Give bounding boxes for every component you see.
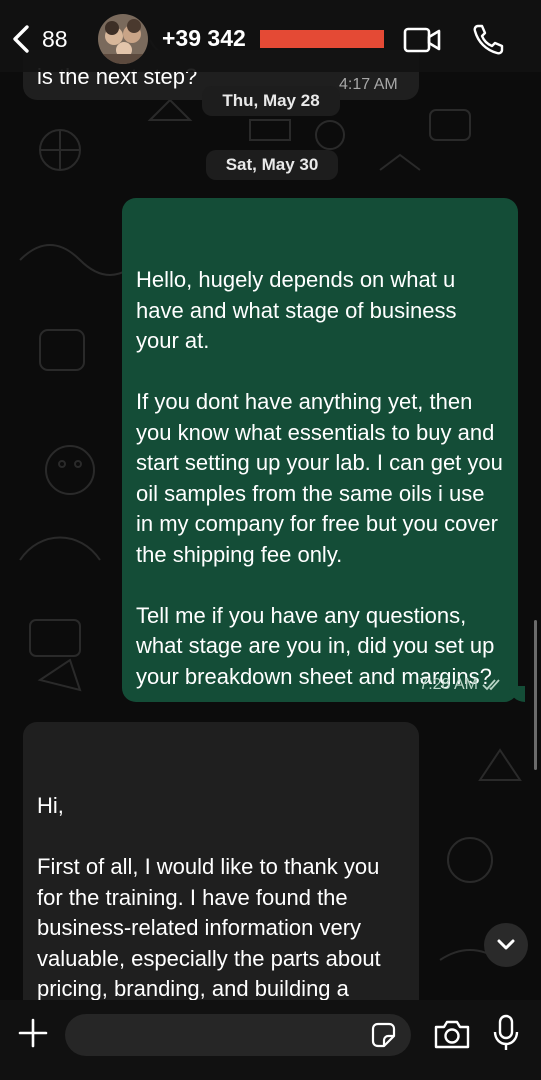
scroll-to-bottom-button[interactable] [484,923,528,967]
outgoing-message-meta: 7:28 AM [419,676,504,694]
date-separator-sat: Sat, May 30 [206,150,338,180]
incoming-message-text: Hi, First of all, I would like to thank … [37,793,381,1032]
video-call-icon[interactable] [402,22,442,58]
unread-count: 88 [42,25,68,52]
message-input-container[interactable] [65,1014,411,1056]
message-input[interactable] [81,1014,361,1056]
chevron-down-icon [497,939,515,950]
outgoing-message-bubble[interactable]: Hello, hugely depends on what u have and… [122,198,525,702]
plus-icon[interactable] [18,1018,48,1048]
redaction-bar [260,30,384,48]
previous-message-time: 4:17 AM [339,76,398,93]
camera-icon[interactable] [433,1018,471,1050]
chat-header: 88 +39 342 [0,0,541,72]
incoming-message-bubble[interactable]: Hi, First of all, I would like to thank … [23,722,419,1032]
outgoing-message-text: Hello, hugely depends on what u have and… [136,267,503,689]
chevron-left-icon [13,25,29,53]
message-composer [0,1000,541,1080]
microphone-icon[interactable] [493,1014,519,1052]
avatar[interactable] [98,14,148,64]
date-separator-thu: Thu, May 28 [202,86,340,116]
phone-call-icon[interactable] [470,22,510,58]
contact-phone-number[interactable]: +39 342 [162,25,246,52]
scrollbar[interactable] [534,620,537,770]
back-button[interactable]: 88 [10,22,90,56]
sticker-icon[interactable] [369,1021,397,1049]
outgoing-message-time: 7:28 AM [419,676,478,693]
double-check-icon [482,679,500,691]
